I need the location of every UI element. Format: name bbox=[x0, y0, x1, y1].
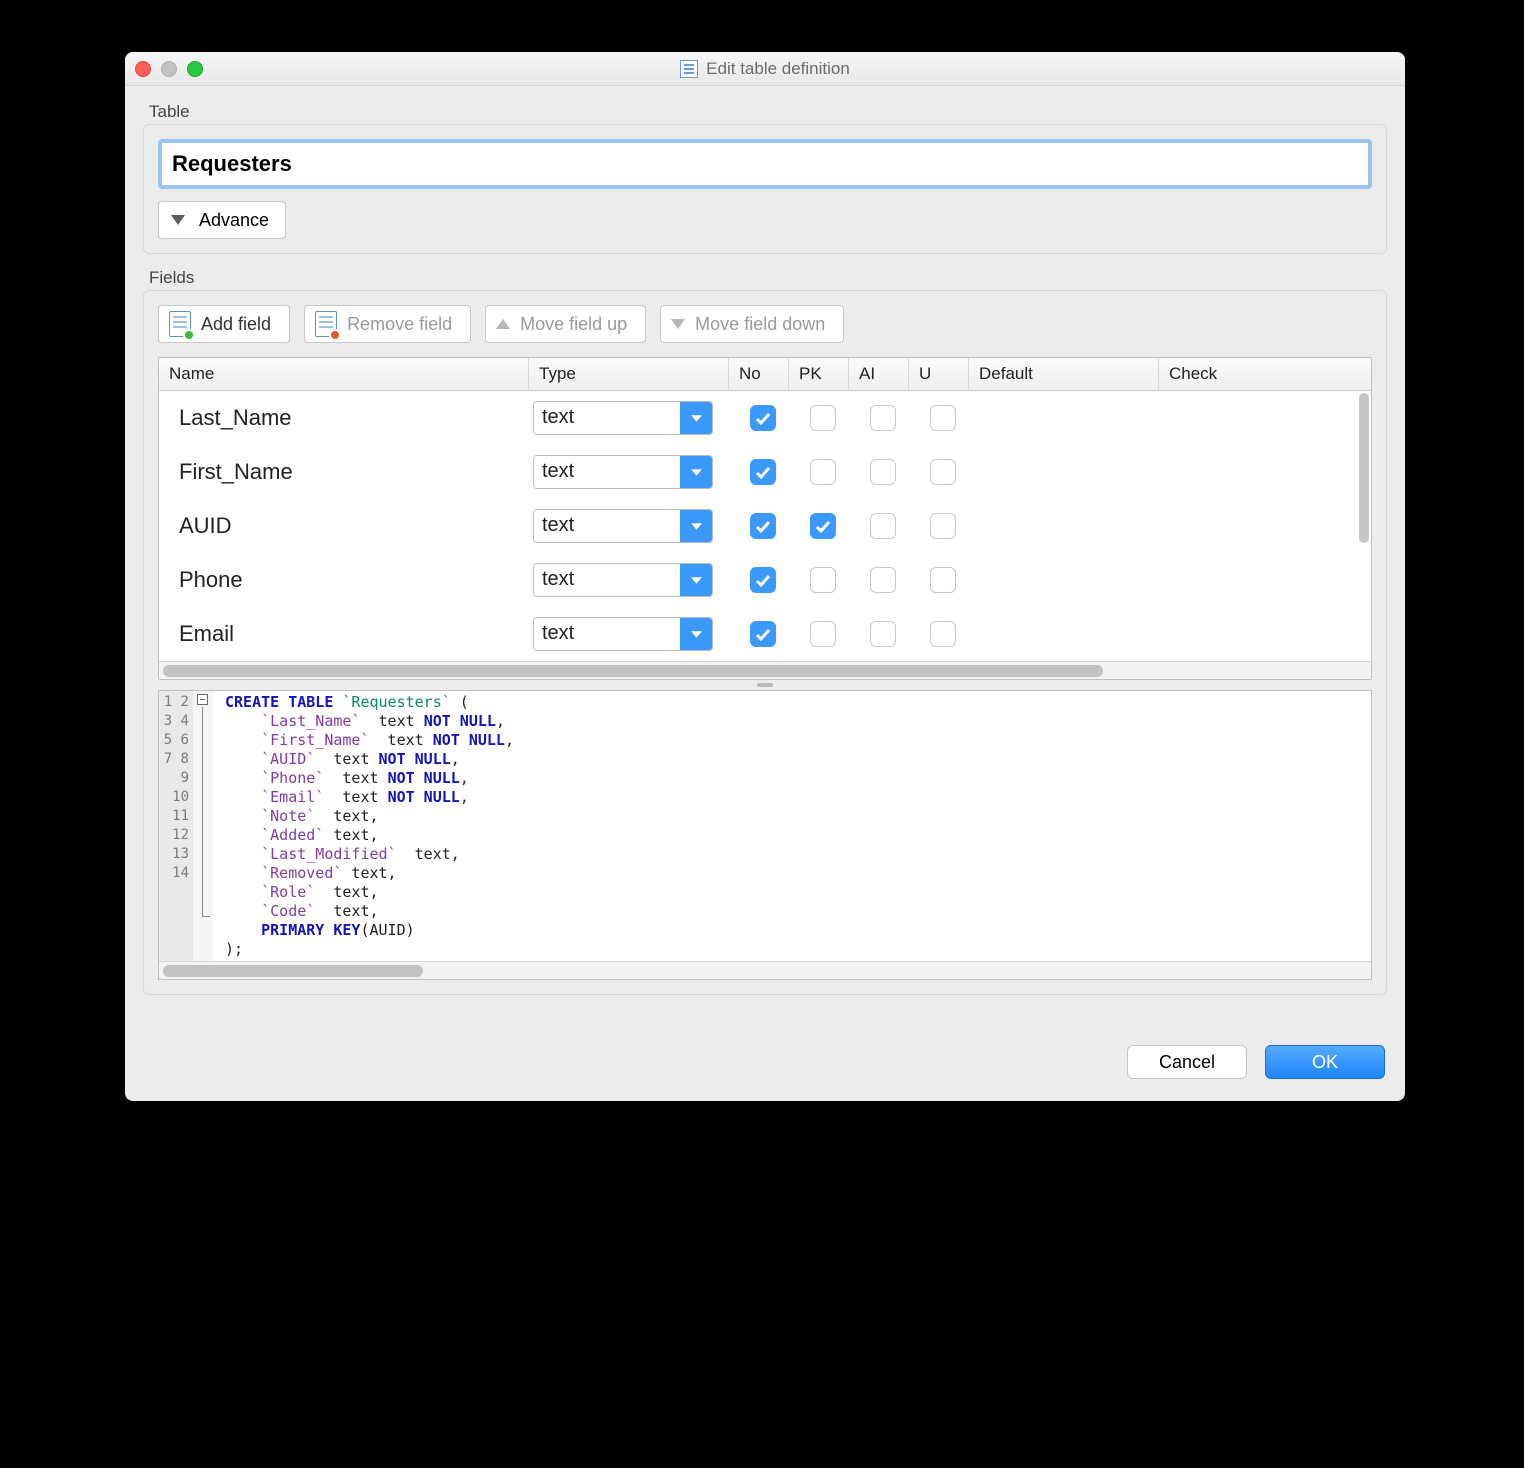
table-name-input[interactable] bbox=[162, 143, 1368, 185]
move-field-up-button[interactable]: Move field up bbox=[485, 305, 646, 343]
remove-field-button[interactable]: Remove field bbox=[304, 305, 471, 343]
page-add-icon bbox=[169, 311, 191, 337]
grid-header: Name Type No PK AI U Default Check bbox=[159, 358, 1371, 391]
move-field-down-button[interactable]: Move field down bbox=[660, 305, 844, 343]
checkbox[interactable] bbox=[870, 621, 896, 647]
type-dropdown[interactable]: text bbox=[533, 401, 713, 435]
advance-label: Advance bbox=[199, 210, 269, 231]
chevron-down-icon bbox=[680, 510, 712, 542]
table-row[interactable]: Phonetext bbox=[159, 553, 1371, 607]
scrollbar-thumb[interactable] bbox=[163, 665, 1103, 677]
col-type[interactable]: Type bbox=[529, 358, 729, 390]
col-default[interactable]: Default bbox=[969, 358, 1159, 390]
line-gutter: 1 2 3 4 5 6 7 8 9 10 11 12 13 14 bbox=[159, 691, 193, 961]
chevron-down-icon bbox=[680, 564, 712, 596]
col-no[interactable]: No bbox=[729, 358, 789, 390]
splitter-handle[interactable] bbox=[158, 680, 1372, 690]
table-row[interactable]: Emailtext bbox=[159, 607, 1371, 661]
arrow-down-icon bbox=[671, 319, 685, 329]
dialog-window: Edit table definition Table Advance Fiel… bbox=[125, 52, 1405, 1101]
table-row[interactable]: Last_Nametext bbox=[159, 391, 1371, 445]
sql-preview: 1 2 3 4 5 6 7 8 9 10 11 12 13 14 CREATE … bbox=[158, 690, 1372, 980]
checkbox[interactable] bbox=[930, 405, 956, 431]
col-pk[interactable]: PK bbox=[789, 358, 849, 390]
ok-button[interactable]: OK bbox=[1265, 1045, 1385, 1079]
field-name-cell[interactable]: Email bbox=[163, 621, 533, 647]
horizontal-scrollbar[interactable] bbox=[159, 661, 1371, 679]
checkbox[interactable] bbox=[750, 567, 776, 593]
field-name-cell[interactable]: AUID bbox=[163, 513, 533, 539]
col-u[interactable]: U bbox=[909, 358, 969, 390]
fields-section-label: Fields bbox=[149, 268, 1387, 288]
col-check[interactable]: Check bbox=[1159, 358, 1279, 390]
col-name[interactable]: Name bbox=[159, 358, 529, 390]
checkbox[interactable] bbox=[870, 513, 896, 539]
checkbox[interactable] bbox=[810, 459, 836, 485]
checkbox[interactable] bbox=[750, 459, 776, 485]
checkbox[interactable] bbox=[930, 513, 956, 539]
vertical-scrollbar[interactable] bbox=[1359, 393, 1369, 543]
checkbox[interactable] bbox=[870, 459, 896, 485]
arrow-up-icon bbox=[496, 319, 510, 329]
checkbox[interactable] bbox=[750, 513, 776, 539]
field-name-cell[interactable]: Last_Name bbox=[163, 405, 533, 431]
advance-button[interactable]: Advance bbox=[158, 201, 286, 239]
checkbox[interactable] bbox=[870, 567, 896, 593]
window-title: Edit table definition bbox=[706, 59, 850, 79]
add-field-button[interactable]: Add field bbox=[158, 305, 290, 343]
fold-toggle-icon[interactable] bbox=[197, 694, 208, 705]
fold-gutter bbox=[193, 691, 213, 961]
table-icon bbox=[680, 60, 698, 78]
field-name-cell[interactable]: First_Name bbox=[163, 459, 533, 485]
type-dropdown[interactable]: text bbox=[533, 455, 713, 489]
checkbox[interactable] bbox=[750, 405, 776, 431]
sql-horizontal-scrollbar[interactable] bbox=[159, 961, 1371, 979]
titlebar: Edit table definition bbox=[125, 52, 1405, 86]
col-ai[interactable]: AI bbox=[849, 358, 909, 390]
field-name-cell[interactable]: Phone bbox=[163, 567, 533, 593]
checkbox[interactable] bbox=[870, 405, 896, 431]
scrollbar-thumb[interactable] bbox=[163, 965, 423, 977]
chevron-down-icon bbox=[171, 215, 185, 225]
table-row[interactable]: First_Nametext bbox=[159, 445, 1371, 499]
checkbox[interactable] bbox=[750, 621, 776, 647]
type-dropdown[interactable]: text bbox=[533, 509, 713, 543]
checkbox[interactable] bbox=[810, 567, 836, 593]
checkbox[interactable] bbox=[810, 513, 836, 539]
chevron-down-icon bbox=[680, 456, 712, 488]
checkbox[interactable] bbox=[810, 405, 836, 431]
table-section-label: Table bbox=[149, 102, 1387, 122]
chevron-down-icon bbox=[680, 618, 712, 650]
checkbox[interactable] bbox=[930, 567, 956, 593]
type-dropdown[interactable]: text bbox=[533, 617, 713, 651]
cancel-button[interactable]: Cancel bbox=[1127, 1045, 1247, 1079]
table-row[interactable]: AUIDtext bbox=[159, 499, 1371, 553]
checkbox[interactable] bbox=[930, 459, 956, 485]
page-remove-icon bbox=[315, 311, 337, 337]
sql-code[interactable]: CREATE TABLE `Requesters` ( `Last_Name` … bbox=[219, 691, 1371, 961]
chevron-down-icon bbox=[680, 402, 712, 434]
checkbox[interactable] bbox=[810, 621, 836, 647]
fields-grid: Name Type No PK AI U Default Check Last_… bbox=[158, 357, 1372, 680]
checkbox[interactable] bbox=[930, 621, 956, 647]
type-dropdown[interactable]: text bbox=[533, 563, 713, 597]
